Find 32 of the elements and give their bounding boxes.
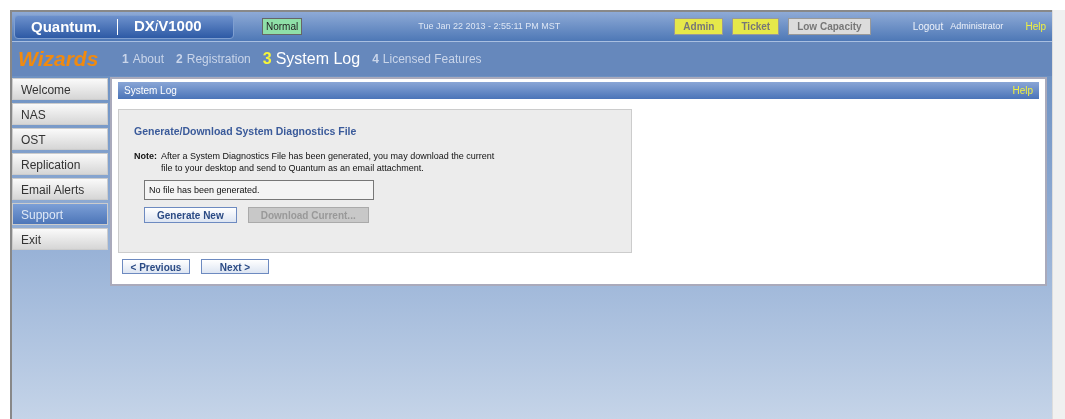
alert-badge[interactable]: Ticket: [732, 18, 780, 35]
logout-link[interactable]: Logout: [912, 19, 944, 34]
panel-help-link[interactable]: Help: [1012, 83, 1033, 98]
section-title: Generate/Download System Diagnostics File: [134, 124, 358, 139]
sidebar-item[interactable]: Welcome: [12, 78, 108, 100]
nav-button[interactable]: < Previous: [122, 259, 190, 274]
wizard-step[interactable]: 2 Registration: [176, 50, 251, 68]
product-name: DXiV1000: [133, 16, 203, 37]
user-name: Administrator: [950, 19, 1004, 33]
nav-button[interactable]: Next >: [201, 259, 269, 274]
note-label: Note:: [134, 149, 157, 163]
sidebar-item[interactable]: NAS: [12, 103, 108, 125]
sidebar-item[interactable]: Email Alerts: [12, 178, 108, 200]
scrollbar[interactable]: [1052, 10, 1065, 419]
brand-logo: Quantum.: [15, 18, 118, 35]
alert-badge[interactable]: Low Capacity: [788, 18, 871, 35]
wizard-step[interactable]: 3 System Log: [262, 47, 361, 71]
wizard-step[interactable]: 1 About: [122, 50, 165, 68]
panel-title: System Log: [124, 84, 177, 98]
wizard-step[interactable]: 4 Licensed Features: [372, 50, 482, 68]
file-status-field: No file has been generated.: [144, 179, 374, 200]
help-link[interactable]: Help: [1025, 19, 1046, 34]
sidebar-item[interactable]: OST: [12, 128, 108, 150]
sidebar-item[interactable]: Exit: [12, 228, 108, 250]
note-text: After a System Diagnostics File has been generated, you may download the current file to your desktop and send to Quantum as an email attachment.: [161, 149, 495, 174]
sidebar-item[interactable]: Support: [12, 203, 108, 225]
status-badge: Normal: [262, 18, 303, 35]
alert-badge[interactable]: Admin: [674, 18, 724, 35]
action-button[interactable]: Generate New: [144, 206, 237, 223]
sidebar-item[interactable]: Replication: [12, 153, 108, 175]
datetime: Tue Jan 22 2013 - 2:55:11 PM MST: [418, 19, 561, 33]
wizards-title: Wizards: [18, 46, 100, 73]
